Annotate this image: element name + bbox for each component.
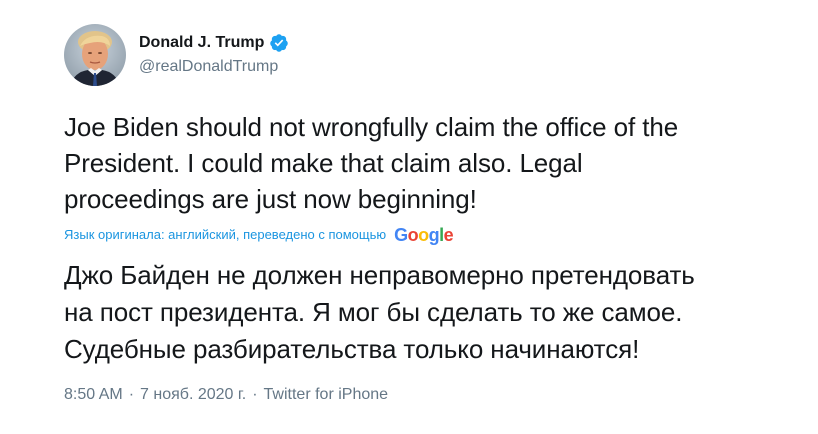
translated-text-line: Судебные разбирательства только начинают…	[64, 334, 640, 364]
translated-text-line: Джо Байден не должен неправомерно претен…	[64, 260, 695, 290]
avatar[interactable]	[64, 24, 126, 86]
tweet-meta: 8:50 AM · 7 нояб. 2020 г. · Twitter for …	[64, 384, 388, 406]
google-logo-icon: Google	[394, 225, 454, 245]
tweet-text-translated: Джо Байден не должен неправомерно претен…	[64, 257, 804, 368]
author-names: Donald J. Trump @realDonaldTrump	[139, 32, 289, 78]
author-handle[interactable]: @realDonaldTrump	[139, 56, 289, 78]
tweet-card: Donald J. Trump @realDonaldTrump Joe Bid…	[0, 0, 818, 434]
tweet-date[interactable]: 7 нояб. 2020 г.	[140, 384, 246, 406]
translation-attribution[interactable]: Язык оригинала: английский, переведено с…	[64, 224, 454, 246]
tweet-time[interactable]: 8:50 AM	[64, 384, 123, 406]
meta-separator: ·	[252, 386, 258, 403]
tweet-text-line: proceedings are just now beginning!	[64, 184, 477, 214]
tweet-source[interactable]: Twitter for iPhone	[264, 384, 389, 406]
meta-separator: ·	[128, 386, 135, 403]
profile-photo-icon	[64, 24, 126, 86]
tweet-text-original: Joe Biden should not wrongfully claim th…	[64, 109, 784, 217]
display-name[interactable]: Donald J. Trump	[139, 32, 264, 54]
verified-badge-icon	[269, 33, 289, 53]
tweet-header: Donald J. Trump @realDonaldTrump	[64, 22, 289, 88]
translation-label[interactable]: Язык оригинала: английский, переведено с…	[64, 224, 386, 246]
translated-text-line: на пост президента. Я мог бы сделать то …	[64, 297, 683, 327]
name-row: Donald J. Trump	[139, 32, 289, 54]
tweet-text-line: President. I could make that claim also.…	[64, 148, 583, 178]
tweet-text-line: Joe Biden should not wrongfully claim th…	[64, 112, 679, 142]
